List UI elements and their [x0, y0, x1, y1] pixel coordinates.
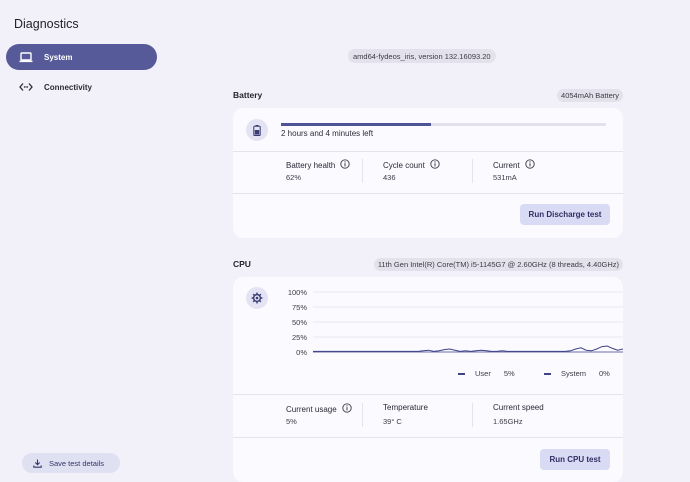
cpu-card: 100% 75% 50% 25% 0% User 5% System 0% Cu…: [233, 277, 623, 482]
metric-label-text: Current usage: [286, 404, 337, 414]
battery-capacity-chip: 4054mAh Battery: [557, 89, 623, 102]
run-cpu-test-button[interactable]: Run CPU test: [540, 449, 610, 470]
cycle-count-label: Cycle count: [383, 159, 440, 171]
cpu-section-title: CPU: [233, 259, 251, 269]
battery-section-title: Battery: [233, 90, 263, 100]
y-tick-label: 100%: [287, 288, 307, 297]
divider: [233, 151, 623, 152]
run-discharge-test-button[interactable]: Run Discharge test: [520, 204, 610, 225]
app-title: Diagnostics: [14, 17, 79, 31]
current-speed-label: Current speed: [493, 403, 544, 412]
divider: [233, 437, 623, 438]
legend-label: System: [561, 369, 587, 378]
series-line-user: [313, 345, 623, 352]
y-tick-label: 75%: [291, 303, 307, 312]
legend-label: User: [475, 369, 491, 378]
metric-label-text: Current speed: [493, 403, 544, 412]
battery-time-left: 2 hours and 4 minutes left: [281, 129, 374, 138]
current-speed-value: 1.65GHz: [493, 417, 523, 426]
metric-label-text: Current: [493, 160, 520, 170]
battery-charge-fill: [281, 123, 431, 126]
metric-label-text: Battery health: [286, 160, 336, 170]
battery-card: 2 hours and 4 minutes left Battery healt…: [233, 108, 623, 238]
sidebar-item-label: System: [44, 52, 73, 62]
sidebar-item-label: Connectivity: [44, 82, 93, 92]
divider: [472, 159, 473, 183]
current-value: 531mA: [493, 173, 517, 182]
legend-system: System 0%: [544, 369, 610, 378]
current-usage-label: Current usage: [286, 403, 352, 415]
y-tick-label: 0%: [296, 348, 307, 357]
cycle-count-value: 436: [383, 173, 396, 182]
info-icon[interactable]: [430, 159, 440, 171]
divider: [362, 403, 363, 427]
current-usage-value: 5%: [286, 417, 297, 426]
current-label: Current: [493, 159, 535, 171]
sidebar-item-connectivity[interactable]: Connectivity: [6, 74, 157, 100]
legend-value: 0%: [599, 369, 610, 378]
divider: [233, 193, 623, 194]
temperature-value: 39° C: [383, 417, 402, 426]
laptop-icon: [18, 51, 34, 63]
cpu-model-chip: 11th Gen Intel(R) Core(TM) i5-1145G7 @ 2…: [373, 258, 623, 271]
battery-health-value: 62%: [286, 173, 302, 182]
info-icon[interactable]: [340, 159, 351, 171]
cpu-usage-chart: 100% 75% 50% 25% 0%: [281, 287, 623, 362]
legend-swatch: [458, 372, 465, 375]
info-icon[interactable]: [525, 159, 535, 171]
legend-value: 5%: [503, 369, 515, 378]
version-badge: amd64-fydeos_iris, version 132.16093.20: [348, 49, 496, 63]
sidebar-item-system[interactable]: System: [6, 44, 157, 70]
download-icon: [33, 459, 42, 468]
metric-label-text: Temperature: [383, 403, 428, 412]
settings-gear-icon: [246, 287, 268, 309]
battery-charge-bar: [281, 123, 606, 126]
y-tick-label: 25%: [291, 333, 307, 342]
divider: [362, 159, 363, 183]
battery-icon: [246, 119, 268, 141]
code-arrows-icon: [18, 81, 34, 93]
battery-health-label: Battery health: [286, 159, 351, 171]
y-tick-label: 50%: [291, 318, 307, 327]
save-button-label: Save test details: [49, 458, 105, 468]
cpu-chart-plot: [313, 291, 623, 353]
divider: [233, 394, 623, 395]
temperature-label: Temperature: [383, 403, 428, 412]
legend-user: User 5%: [458, 369, 515, 378]
info-icon[interactable]: [342, 403, 352, 415]
metric-label-text: Cycle count: [383, 160, 425, 170]
legend-swatch: [544, 372, 551, 375]
divider: [472, 403, 473, 427]
save-test-details-button[interactable]: Save test details: [22, 453, 120, 473]
